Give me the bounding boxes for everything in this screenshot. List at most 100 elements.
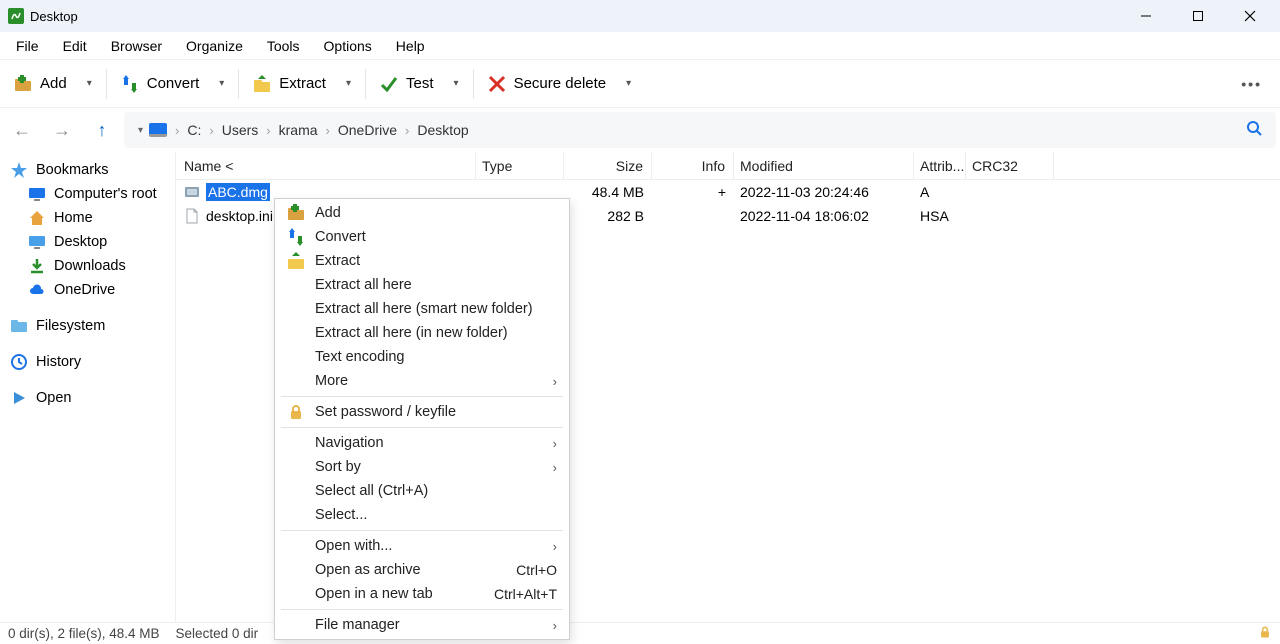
- ctx-select-all[interactable]: Select all (Ctrl+A): [275, 479, 569, 503]
- ctx-extract-all-here[interactable]: Extract all here: [275, 273, 569, 297]
- chevron-right-icon: ›: [266, 123, 270, 138]
- separator: [281, 427, 563, 428]
- file-size: 48.4 MB: [564, 184, 652, 200]
- ctx-open-with[interactable]: Open with...›: [275, 534, 569, 558]
- disk-image-icon: [184, 184, 200, 200]
- separator: [281, 396, 563, 397]
- search-icon[interactable]: [1240, 120, 1268, 141]
- menubar: File Edit Browser Organize Tools Options…: [0, 32, 1280, 60]
- col-header-attrib[interactable]: Attrib...: [914, 152, 966, 179]
- status-summary: 0 dir(s), 2 file(s), 48.4 MB: [8, 626, 160, 641]
- sidebar-label: Filesystem: [36, 318, 105, 334]
- sidebar-label: History: [36, 354, 81, 370]
- add-icon: [287, 204, 305, 222]
- convert-dropdown[interactable]: ▾: [209, 72, 234, 95]
- crumb-krama[interactable]: krama: [279, 122, 318, 138]
- separator: [106, 69, 107, 99]
- col-header-size[interactable]: Size: [564, 152, 652, 179]
- convert-button[interactable]: Convert: [111, 69, 210, 99]
- menu-edit[interactable]: Edit: [51, 34, 99, 58]
- file-name: desktop.ini: [206, 208, 273, 224]
- maximize-button[interactable]: [1186, 4, 1210, 28]
- toolbar: Add ▾ Convert ▾ Extract ▾ Test ▾ Secure …: [0, 60, 1280, 108]
- col-header-info[interactable]: Info: [652, 152, 734, 179]
- chevron-down-icon[interactable]: ▾: [132, 125, 149, 136]
- add-label: Add: [40, 75, 67, 92]
- ctx-navigation[interactable]: Navigation›: [275, 431, 569, 455]
- sidebar-filesystem[interactable]: Filesystem: [0, 314, 175, 338]
- test-icon: [380, 75, 398, 93]
- extract-icon: [253, 75, 271, 93]
- extract-dropdown[interactable]: ▾: [336, 72, 361, 95]
- chevron-right-icon: ›: [175, 123, 179, 138]
- toolbar-overflow[interactable]: •••: [1227, 70, 1276, 98]
- crumb-c[interactable]: C:: [187, 122, 201, 138]
- col-header-modified[interactable]: Modified: [734, 152, 914, 179]
- sidebar-open[interactable]: Open: [0, 386, 175, 410]
- menu-tools[interactable]: Tools: [255, 34, 312, 58]
- forward-button[interactable]: →: [44, 112, 80, 148]
- separator: [281, 609, 563, 610]
- context-menu: Add Convert Extract Extract all here Ext…: [274, 198, 570, 640]
- ctx-sort-by[interactable]: Sort by›: [275, 455, 569, 479]
- file-modified: 2022-11-03 20:24:46: [734, 184, 914, 200]
- sidebar-downloads[interactable]: Downloads: [0, 254, 175, 278]
- crumb-onedrive[interactable]: OneDrive: [338, 122, 397, 138]
- file-modified: 2022-11-04 18:06:02: [734, 208, 914, 224]
- minimize-button[interactable]: [1134, 4, 1158, 28]
- sidebar-history[interactable]: History: [0, 350, 175, 374]
- test-button[interactable]: Test: [370, 69, 444, 99]
- ctx-open-new-tab[interactable]: Open in a new tabCtrl+Alt+T: [275, 582, 569, 606]
- ctx-open-as-archive[interactable]: Open as archiveCtrl+O: [275, 558, 569, 582]
- test-dropdown[interactable]: ▾: [444, 72, 469, 95]
- menu-file[interactable]: File: [4, 34, 51, 58]
- separator: [281, 530, 563, 531]
- ctx-set-password[interactable]: Set password / keyfile: [275, 400, 569, 424]
- col-header-type[interactable]: Type: [476, 152, 564, 179]
- sidebar-label: Bookmarks: [36, 162, 109, 178]
- close-button[interactable]: [1238, 4, 1262, 28]
- chevron-right-icon: ›: [326, 123, 330, 138]
- app-icon: [8, 8, 24, 24]
- secure-delete-dropdown[interactable]: ▾: [616, 72, 641, 95]
- add-button[interactable]: Add: [4, 69, 77, 99]
- menu-help[interactable]: Help: [384, 34, 437, 58]
- lock-icon[interactable]: [1258, 625, 1272, 642]
- ctx-add[interactable]: Add: [275, 201, 569, 225]
- home-icon: [28, 209, 46, 227]
- col-header-crc[interactable]: CRC32: [966, 152, 1054, 179]
- sidebar-computers-root[interactable]: Computer's root: [0, 182, 175, 206]
- pc-icon[interactable]: [149, 123, 167, 137]
- back-button[interactable]: ←: [4, 112, 40, 148]
- sidebar-desktop[interactable]: Desktop: [0, 230, 175, 254]
- chevron-right-icon: ›: [553, 436, 557, 451]
- col-header-name[interactable]: Name <: [176, 152, 476, 179]
- add-dropdown[interactable]: ▾: [77, 72, 102, 95]
- ctx-more[interactable]: More›: [275, 369, 569, 393]
- ctx-file-manager[interactable]: File manager›: [275, 613, 569, 637]
- up-button[interactable]: ↑: [84, 112, 120, 148]
- sidebar-onedrive[interactable]: OneDrive: [0, 278, 175, 302]
- sidebar-home[interactable]: Home: [0, 206, 175, 230]
- ctx-select[interactable]: Select...: [275, 503, 569, 527]
- ctx-convert[interactable]: Convert: [275, 225, 569, 249]
- secure-delete-button[interactable]: Secure delete: [478, 69, 617, 99]
- file-attrib: A: [914, 184, 966, 200]
- menu-organize[interactable]: Organize: [174, 34, 255, 58]
- sidebar-label: Downloads: [54, 258, 126, 274]
- breadcrumb[interactable]: ▾ › C: › Users › krama › OneDrive › Desk…: [124, 112, 1276, 148]
- ctx-extract-newfolder[interactable]: Extract all here (in new folder): [275, 321, 569, 345]
- crumb-desktop[interactable]: Desktop: [417, 122, 468, 138]
- extract-button[interactable]: Extract: [243, 69, 336, 99]
- sidebar-bookmarks[interactable]: Bookmarks: [0, 158, 175, 182]
- menu-options[interactable]: Options: [312, 34, 384, 58]
- chevron-right-icon: ›: [209, 123, 213, 138]
- crumb-users[interactable]: Users: [222, 122, 259, 138]
- play-icon: [10, 389, 28, 407]
- menu-browser[interactable]: Browser: [99, 34, 174, 58]
- ctx-extract-smart[interactable]: Extract all here (smart new folder): [275, 297, 569, 321]
- separator: [365, 69, 366, 99]
- ctx-text-encoding[interactable]: Text encoding: [275, 345, 569, 369]
- folder-icon: [10, 317, 28, 335]
- ctx-extract[interactable]: Extract: [275, 249, 569, 273]
